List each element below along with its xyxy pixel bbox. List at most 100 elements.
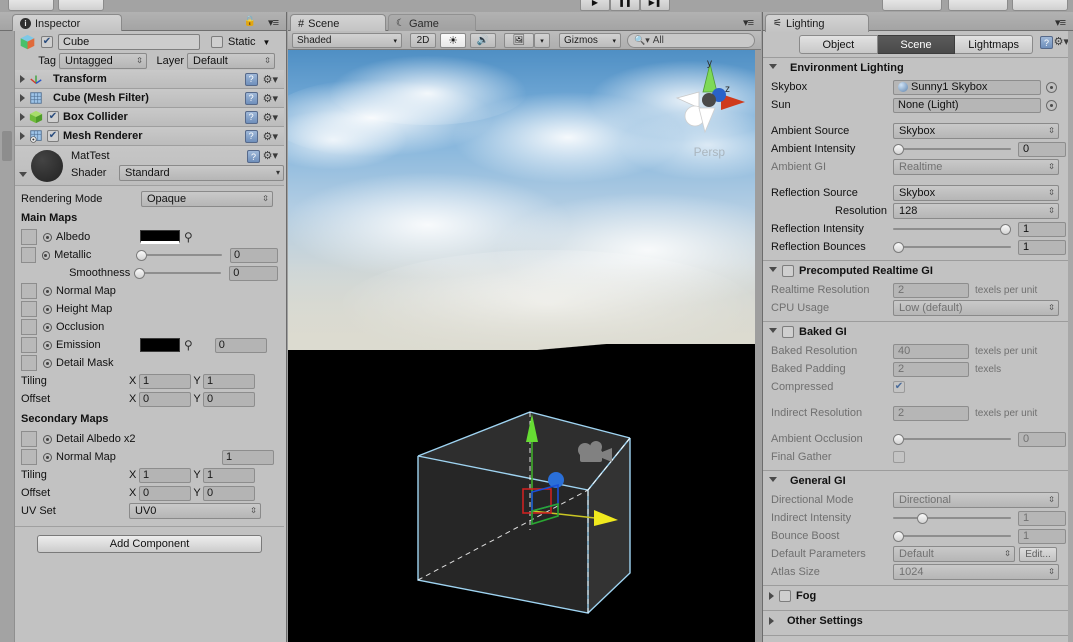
map-value[interactable]: 0 [229, 247, 278, 263]
scene-audio-toggle[interactable]: 🔊 [470, 33, 496, 48]
texture-slot[interactable] [21, 337, 37, 353]
property-toggle-icon[interactable] [43, 232, 52, 242]
texture-slot[interactable] [21, 431, 37, 447]
gear-icon[interactable]: ⚙▾ [263, 92, 278, 105]
property-toggle-icon[interactable] [43, 304, 52, 314]
lighting-scrollbar[interactable] [1068, 31, 1073, 642]
row-dropdown[interactable]: 1024 ⇳ [893, 564, 1059, 580]
object-name-field[interactable]: Cube [58, 34, 200, 50]
row-value[interactable]: 1 [1018, 510, 1066, 526]
foldout-icon[interactable] [769, 327, 777, 337]
row-value[interactable]: 1 [1018, 221, 1066, 237]
object-field[interactable]: None (Light) [893, 97, 1041, 113]
foldout-icon[interactable] [769, 476, 777, 486]
gear-icon[interactable]: ⚙▾ [263, 111, 278, 124]
row-dropdown[interactable]: Skybox ⇳ [893, 185, 1059, 201]
material-foldout-icon[interactable] [19, 172, 27, 181]
rendering-mode-dropdown[interactable]: Opaque ⇳ [141, 191, 273, 207]
object-field[interactable]: Sunny1 Skybox [893, 79, 1041, 95]
row-slider[interactable] [893, 432, 1011, 446]
inspector-scroll-thumb[interactable] [2, 131, 12, 161]
row-value[interactable]: 2 [893, 405, 969, 421]
eyedropper-icon[interactable]: ⚲ [184, 338, 193, 352]
row-slider[interactable] [893, 511, 1011, 525]
map-slider[interactable] [134, 266, 222, 280]
property-toggle-icon[interactable] [43, 322, 52, 332]
property-toggle-icon[interactable] [43, 286, 52, 296]
row-dropdown[interactable]: Default ⇳ [893, 546, 1015, 562]
tab-inspector[interactable]: i Inspector [12, 14, 122, 32]
scene-tab-menu-icon[interactable]: ▾≡ [743, 16, 754, 29]
help-icon[interactable]: ? [244, 110, 258, 124]
secondary-tiling-x[interactable]: 1 [139, 467, 191, 483]
row-dropdown[interactable]: 128 ⇳ [893, 203, 1059, 219]
toolbar-button-layers[interactable] [882, 0, 942, 11]
foldout-icon[interactable] [20, 94, 25, 102]
row-checkbox[interactable] [893, 381, 905, 393]
component-enabled-checkbox[interactable] [47, 130, 59, 142]
scene-cube-object[interactable] [380, 398, 670, 628]
property-toggle-icon[interactable] [43, 340, 52, 350]
foldout-icon[interactable] [769, 592, 774, 600]
map-value[interactable]: 1 [222, 449, 274, 465]
section-enabled-checkbox[interactable] [782, 265, 794, 277]
row-slider[interactable] [893, 222, 1011, 236]
scene-vertical-scrollbar[interactable] [755, 50, 761, 642]
map-value[interactable]: 0 [214, 337, 267, 353]
texture-slot[interactable] [21, 319, 37, 335]
scene-search-input[interactable]: 🔍▾ All [627, 33, 755, 48]
lighting-section-header-fog[interactable]: Fog [763, 586, 1073, 606]
secondary-offset-x[interactable]: 0 [139, 485, 191, 501]
row-slider[interactable] [893, 240, 1011, 254]
step-button[interactable]: ▶❚ [640, 0, 670, 11]
gear-icon[interactable]: ⚙▾ [1054, 35, 1069, 48]
foldout-icon[interactable] [769, 63, 777, 73]
tag-dropdown[interactable]: Untagged ⇳ [59, 52, 147, 69]
section-enabled-checkbox[interactable] [782, 326, 794, 338]
lighting-section-header-general-gi[interactable]: General GI [763, 471, 1073, 491]
tab-scene[interactable]: # Scene [290, 14, 386, 32]
scene-fx-button[interactable]: 🖼 [504, 33, 534, 48]
play-button[interactable]: ▶ [580, 0, 610, 11]
main-offset-x[interactable]: 0 [139, 391, 191, 407]
component-row-mesh-renderer[interactable]: Mesh Renderer? ⚙▾ [15, 127, 284, 146]
map-value[interactable]: 0 [229, 265, 278, 281]
scene-viewport[interactable]: y z Persp [288, 50, 761, 642]
help-icon[interactable]: ? [1040, 36, 1053, 49]
inspector-scroll-gutter[interactable] [0, 31, 14, 642]
texture-slot[interactable] [21, 355, 37, 371]
secondary-tiling-y[interactable]: 1 [203, 467, 255, 483]
object-picker-button[interactable] [1046, 81, 1057, 93]
main-tiling-x[interactable]: 1 [139, 373, 191, 389]
secondary-offset-y[interactable]: 0 [203, 485, 255, 501]
help-icon[interactable]: ? [244, 129, 258, 143]
texture-slot[interactable] [21, 301, 37, 317]
shader-dropdown[interactable]: Standard ▾ [119, 165, 284, 181]
toggle-2d-button[interactable]: 2D [410, 33, 436, 48]
section-enabled-checkbox[interactable] [779, 590, 791, 602]
layer-dropdown[interactable]: Default ⇳ [187, 52, 275, 69]
component-row-box-collider[interactable]: Box Collider? ⚙▾ [15, 108, 284, 127]
help-icon[interactable]: ? [244, 72, 258, 86]
lighting-mode-object[interactable]: Object [799, 35, 878, 54]
main-offset-y[interactable]: 0 [203, 391, 255, 407]
row-value[interactable]: 2 [893, 361, 969, 377]
row-slider[interactable] [893, 529, 1011, 543]
lighting-section-header-environment-lighting[interactable]: Environment Lighting [763, 58, 1073, 78]
row-value[interactable]: 1 [1018, 528, 1066, 544]
row-slider[interactable] [893, 142, 1011, 156]
static-checkbox[interactable] [211, 36, 223, 48]
help-icon[interactable]: ? [247, 150, 260, 163]
draw-mode-dropdown[interactable]: Shaded ▾ [292, 33, 402, 48]
object-enabled-checkbox[interactable] [41, 36, 53, 48]
lighting-tab-menu-icon[interactable]: ▾≡ [1055, 16, 1066, 29]
texture-slot[interactable] [21, 449, 37, 465]
static-dropdown-icon[interactable]: ▼ [263, 38, 271, 47]
toolbar-button-1[interactable] [8, 0, 54, 11]
row-value[interactable]: 2 [893, 282, 969, 298]
scene-fx-dropdown[interactable]: ▾ [534, 33, 550, 48]
gear-icon[interactable]: ⚙▾ [263, 130, 278, 143]
toolbar-button-2[interactable] [58, 0, 104, 11]
inspector-tab-menu-icon[interactable]: ▾≡ [268, 16, 279, 29]
row-value[interactable]: 1 [1018, 239, 1066, 255]
